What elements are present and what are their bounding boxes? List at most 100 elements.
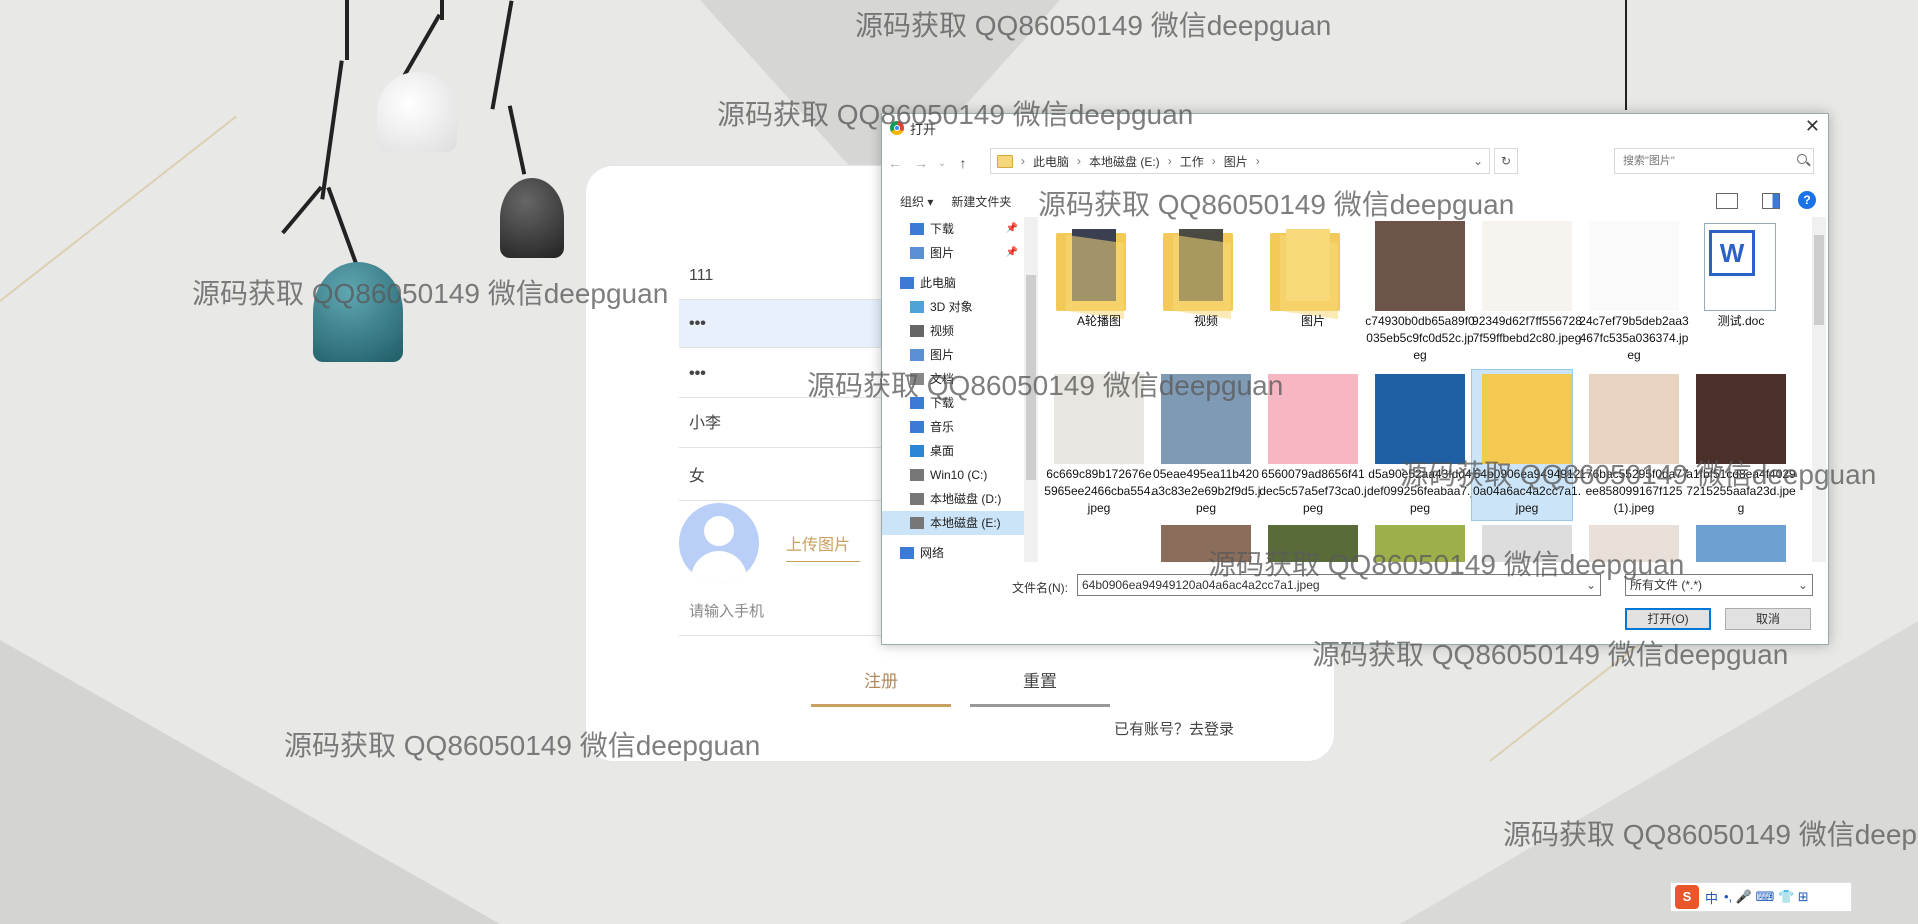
sidebar-item[interactable]: 此电脑 xyxy=(882,271,1026,295)
background-shape xyxy=(0,640,500,924)
file-item[interactable]: c74930b0db65a89f0035eb5c9fc0d52c.jpeg xyxy=(1365,217,1475,367)
forward-arrow-icon[interactable]: → xyxy=(908,155,934,171)
sidebar-item[interactable]: 视频 xyxy=(882,319,1026,343)
file-name: 6c669c89b172676e5965ee2466cba554.jpeg xyxy=(1044,467,1154,515)
watermark: 源码获取 QQ86050149 微信deepguan xyxy=(1400,459,1877,490)
navigation-bar: ← → ⌄ ↑ › 此电脑 › 本地磁盘 (E:) › 工作 › 图片 › ⌄ … xyxy=(882,148,1828,178)
folder-icon xyxy=(1270,225,1350,320)
scrollbar[interactable] xyxy=(1812,217,1826,562)
computer-icon xyxy=(900,277,914,289)
black-lamp xyxy=(500,178,564,258)
search-input[interactable]: 搜索"图片" xyxy=(1614,148,1814,174)
image-thumbnail xyxy=(1696,525,1786,562)
folder-icon xyxy=(1056,225,1136,320)
drive-icon xyxy=(910,493,924,505)
cancel-button[interactable]: 取消 xyxy=(1725,608,1811,630)
file-name: c74930b0db65a89f0035eb5c9fc0d52c.jpeg xyxy=(1365,314,1475,362)
file-item[interactable]: a1fbf51cd8ea4f40297215255aafa23d.jpeg xyxy=(1686,370,1796,520)
image-thumbnail xyxy=(1375,374,1465,464)
sidebar-item[interactable]: 本地磁盘 (E:) xyxy=(882,511,1026,535)
sidebar-item[interactable]: 下载 📌 xyxy=(882,217,1026,241)
sidebar-item[interactable]: 网络 xyxy=(882,541,1026,565)
refresh-icon[interactable]: ↻ xyxy=(1494,148,1518,174)
breadcrumb-item[interactable]: 工作 xyxy=(1180,153,1204,170)
watermark: 源码获取 QQ86050149 微信deepguan xyxy=(192,278,669,309)
preview-pane-icon[interactable] xyxy=(1762,193,1780,209)
image-thumbnail xyxy=(1589,374,1679,464)
download-icon xyxy=(910,223,924,235)
new-folder-button[interactable]: 新建文件夹 xyxy=(951,193,1011,210)
sidebar-item-label: 桌面 xyxy=(930,444,955,458)
sidebar-item-label: 图片 xyxy=(930,246,955,260)
drive-icon xyxy=(910,469,924,481)
sidebar-item[interactable]: Win10 (C:) xyxy=(882,463,1026,487)
address-bar[interactable]: › 此电脑 › 本地磁盘 (E:) › 工作 › 图片 › ⌄ xyxy=(990,148,1490,174)
pictures-icon xyxy=(910,349,924,361)
music-icon xyxy=(910,421,924,433)
breadcrumb-item[interactable]: 图片 xyxy=(1224,153,1248,170)
image-thumbnail xyxy=(1482,374,1572,464)
word-document-icon: W xyxy=(1704,223,1776,311)
network-icon xyxy=(900,547,914,559)
image-thumbnail xyxy=(1375,221,1465,311)
close-icon[interactable]: ✕ xyxy=(1805,116,1820,137)
breadcrumb-item[interactable]: 此电脑 xyxy=(1033,153,1069,170)
sidebar-item[interactable]: 3D 对象 xyxy=(882,295,1026,319)
register-button[interactable]: 注册 xyxy=(811,664,951,707)
folder-item[interactable]: A轮播图 xyxy=(1044,217,1144,367)
file-name: A轮播图 xyxy=(1076,314,1121,328)
chevron-down-icon[interactable]: ⌄ xyxy=(1473,154,1483,168)
ime-language[interactable]: 中 xyxy=(1705,888,1718,907)
watermark: 源码获取 QQ86050149 微信deepguan xyxy=(807,370,1284,401)
sidebar-item-label: 此电脑 xyxy=(920,276,957,290)
view-options-icon[interactable] xyxy=(1716,193,1738,209)
avatar xyxy=(679,503,759,583)
watermark: 源码获取 QQ86050149 微信deepguan xyxy=(855,10,1332,41)
reset-button[interactable]: 重置 xyxy=(970,664,1110,707)
sidebar-item[interactable]: 本地磁盘 (D:) xyxy=(882,487,1026,511)
sidebar-item-label: 音乐 xyxy=(930,420,955,434)
video-icon xyxy=(910,325,924,337)
file-name: 6560079ad8656f41dec5c57a5ef73ca0.jpeg xyxy=(1259,467,1367,515)
file-item[interactable]: 92349d62f7ff5567287f59ffbebd2c80.jpeg xyxy=(1472,217,1582,367)
chevron-down-icon: ⌄ xyxy=(1797,578,1808,592)
recent-dropdown-icon[interactable]: ⌄ xyxy=(934,158,950,169)
search-placeholder: 搜索"图片" xyxy=(1623,155,1675,167)
organize-menu[interactable]: 组织 ▾ xyxy=(900,193,933,210)
ime-toolbar[interactable]: S 中 •, 🎤 ⌨ 👕 ⊞ xyxy=(1670,882,1852,912)
ime-tool-icons[interactable]: •, 🎤 ⌨ 👕 ⊞ xyxy=(1724,889,1809,905)
sidebar-item[interactable]: 桌面 xyxy=(882,439,1026,463)
sidebar-item-label: 本地磁盘 (E:) xyxy=(930,516,1001,530)
file-item[interactable]: 24c7ef79b5deb2aa3467fc535a036374.jpeg xyxy=(1579,217,1689,367)
help-icon[interactable]: ? xyxy=(1798,191,1816,209)
file-item[interactable]: 176bac55295f0da77ee858099167f125(1).jpeg xyxy=(1579,370,1689,520)
image-thumbnail xyxy=(1696,374,1786,464)
file-item[interactable]: 64b0906ea94949120a04a6ac4a2cc7a1.jpeg xyxy=(1471,369,1581,521)
file-name: 05eae495ea11b420a3c83e2e69b2f9d5.jpeg xyxy=(1151,467,1261,515)
folder-item[interactable]: 视频 xyxy=(1151,217,1251,367)
up-arrow-icon[interactable]: ↑ xyxy=(950,155,976,171)
filename-label: 文件名(N): xyxy=(1012,581,1068,595)
file-name: 92349d62f7ff5567287f59ffbebd2c80.jpeg xyxy=(1472,314,1582,345)
drive-icon xyxy=(910,517,924,529)
pin-icon: 📌 xyxy=(1005,247,1018,258)
file-item[interactable]: d5a90e52aa43fdd4def099256feabaa7.jpeg xyxy=(1365,370,1473,520)
watermark: 源码获取 QQ86050149 微信deepguan xyxy=(1503,819,1918,850)
open-button[interactable]: 打开(O) xyxy=(1625,608,1711,630)
upload-image-link[interactable]: 上传图片 xyxy=(786,531,861,562)
image-thumbnail xyxy=(1589,221,1679,311)
sidebar-item-label: 视频 xyxy=(930,324,955,338)
search-icon xyxy=(1797,154,1807,164)
hanging-wire xyxy=(1625,0,1627,110)
back-arrow-icon[interactable]: ← xyxy=(882,155,908,171)
sidebar-item[interactable]: 图片 📌 xyxy=(882,241,1026,265)
sidebar-item[interactable]: 音乐 xyxy=(882,415,1026,439)
sogou-logo-icon[interactable]: S xyxy=(1675,885,1699,909)
folder-item[interactable]: 图片 xyxy=(1258,217,1358,367)
breadcrumb-item[interactable]: 本地磁盘 (E:) xyxy=(1089,153,1160,170)
login-link[interactable]: 已有账号？去登录 xyxy=(1114,718,1234,739)
folder-icon xyxy=(997,154,1013,168)
file-item[interactable]: W 测试.doc xyxy=(1686,217,1786,367)
file-name: 24c7ef79b5deb2aa3467fc535a036374.jpeg xyxy=(1579,314,1689,362)
pictures-icon xyxy=(910,247,924,259)
